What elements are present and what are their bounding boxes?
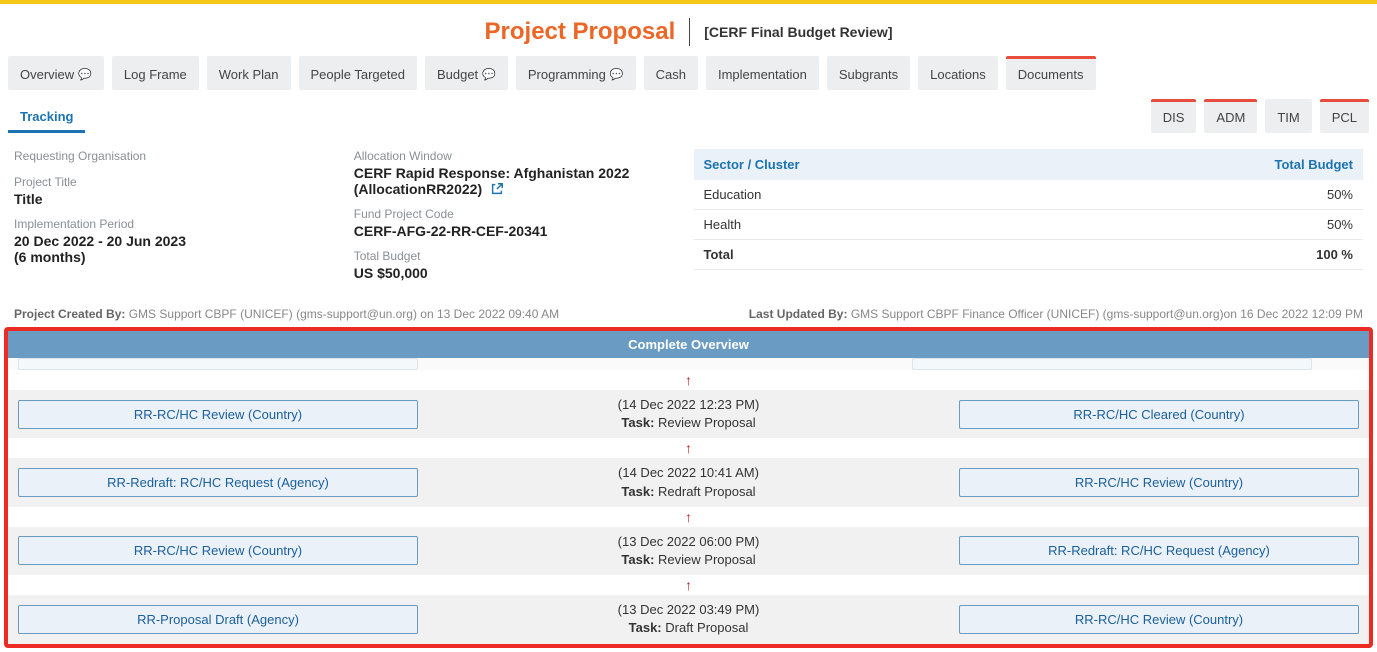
comment-icon: 💬	[78, 68, 92, 81]
tab-people-targeted[interactable]: People Targeted	[299, 56, 417, 90]
stage-from-button[interactable]: RR-RC/HC Review (Country)	[18, 536, 418, 565]
label-project-title: Project Title	[14, 175, 338, 189]
tab-label: PCL	[1332, 110, 1357, 125]
tracking-date: (13 Dec 2022 03:49 PM)	[465, 601, 912, 619]
task-value: Draft Proposal	[665, 620, 748, 635]
value-impl-period-1: 20 Dec 2022 - 20 Jun 2023	[14, 233, 338, 249]
label-alloc-window: Allocation Window	[354, 149, 678, 163]
table-row: Health50%	[694, 210, 1364, 240]
arrow-up-icon: ↑	[685, 372, 692, 388]
tab-programming[interactable]: Programming 💬	[516, 56, 636, 90]
stage-to-button[interactable]: RR-RC/HC Review (Country)	[959, 468, 1359, 497]
col-total-budget: Total Budget	[1056, 149, 1363, 180]
tab-label: Locations	[930, 67, 986, 82]
comment-icon: 💬	[610, 68, 624, 81]
tab-label: Subgrants	[839, 67, 898, 82]
tab-overview[interactable]: Overview 💬	[8, 56, 104, 90]
table-row-total: Total100 %	[694, 240, 1364, 270]
updated-by-label: Last Updated By:	[749, 307, 848, 321]
task-label: Task:	[621, 415, 658, 430]
overview-header: Complete Overview	[8, 331, 1369, 358]
tab-log-frame[interactable]: Log Frame	[112, 56, 199, 90]
task-label: Task:	[621, 552, 658, 567]
task-value: Review Proposal	[658, 415, 756, 430]
tracking-date: (13 Dec 2022 06:00 PM)	[465, 533, 912, 551]
tracking-row: RR-Proposal Draft (Agency) (13 Dec 2022 0…	[8, 595, 1369, 643]
tracking-row: RR-RC/HC Review (Country) (13 Dec 2022 06…	[8, 527, 1369, 575]
value-fund-code: CERF-AFG-22-RR-CEF-20341	[354, 223, 678, 239]
label-requesting-org: Requesting Organisation	[14, 149, 338, 163]
stage-ghost-right	[912, 358, 1312, 370]
tab-label: Work Plan	[219, 67, 279, 82]
created-by-label: Project Created By:	[14, 307, 125, 321]
label-fund-code: Fund Project Code	[354, 207, 678, 221]
header-divider	[689, 18, 690, 46]
tracking-date: (14 Dec 2022 12:23 PM)	[465, 396, 912, 414]
tab-label: Documents	[1018, 67, 1084, 82]
tab-label: Implementation	[718, 67, 807, 82]
tab-label: Programming	[528, 67, 606, 82]
sector-total-value: 100 %	[1056, 240, 1363, 270]
tracking-row: RR-Redraft: RC/HC Request (Agency) (14 De…	[8, 458, 1369, 506]
label-total-budget: Total Budget	[354, 249, 678, 263]
stage-to-button[interactable]: RR-RC/HC Cleared (Country)	[959, 400, 1359, 429]
task-label: Task:	[621, 484, 658, 499]
stage-to-button[interactable]: RR-Redraft: RC/HC Request (Agency)	[959, 536, 1359, 565]
tab-tracking[interactable]: Tracking	[8, 98, 85, 133]
arrow-up-icon: ↑	[685, 577, 692, 593]
tab-label: Log Frame	[124, 67, 187, 82]
sector-table: Sector / Cluster Total Budget Education5…	[694, 149, 1364, 270]
page-subtitle: [CERF Final Budget Review]	[704, 24, 892, 40]
created-by-value: GMS Support CBPF (UNICEF) (gms-support@u…	[129, 307, 559, 321]
tab-tim[interactable]: TIM	[1265, 99, 1311, 133]
sector-total-label: Total	[694, 240, 1056, 270]
tab-label: Overview	[20, 67, 74, 82]
tab-label: Tracking	[20, 109, 73, 124]
label-impl-period: Implementation Period	[14, 217, 338, 231]
tab-label: People Targeted	[311, 67, 405, 82]
stage-from-button[interactable]: RR-Proposal Draft (Agency)	[18, 605, 418, 634]
tab-subgrants[interactable]: Subgrants	[827, 56, 910, 90]
tracking-overview-region: Complete Overview ↑ RR-RC/HC Review (Coun…	[4, 327, 1373, 648]
tab-documents[interactable]: Documents	[1006, 56, 1096, 90]
value-total-budget: US $50,000	[354, 265, 678, 281]
tab-label: TIM	[1277, 110, 1299, 125]
value-impl-period-2: (6 months)	[14, 249, 338, 265]
stage-from-button[interactable]: RR-Redraft: RC/HC Request (Agency)	[18, 468, 418, 497]
tracking-row: RR-RC/HC Review (Country) (14 Dec 2022 12…	[8, 390, 1369, 438]
sector-value: 50%	[1056, 180, 1363, 210]
task-label: Task:	[629, 620, 666, 635]
value-project-title: Title	[14, 191, 338, 207]
col-sector: Sector / Cluster	[694, 149, 1056, 180]
comment-icon: 💬	[482, 68, 496, 81]
tab-budget[interactable]: Budget 💬	[425, 56, 508, 90]
stage-ghost-left	[18, 358, 418, 370]
tab-pcl[interactable]: PCL	[1320, 99, 1369, 133]
tab-locations[interactable]: Locations	[918, 56, 998, 90]
sector-name: Education	[694, 180, 1056, 210]
tab-work-plan[interactable]: Work Plan	[207, 56, 291, 90]
task-value: Review Proposal	[658, 552, 756, 567]
stage-from-button[interactable]: RR-RC/HC Review (Country)	[18, 400, 418, 429]
tab-implementation[interactable]: Implementation	[706, 56, 819, 90]
tracking-date: (14 Dec 2022 10:41 AM)	[465, 464, 912, 482]
tab-label: DIS	[1163, 110, 1185, 125]
arrow-up-icon: ↑	[685, 509, 692, 525]
stage-to-button[interactable]: RR-RC/HC Review (Country)	[959, 605, 1359, 634]
tab-adm[interactable]: ADM	[1204, 99, 1257, 133]
tab-dis[interactable]: DIS	[1151, 99, 1197, 133]
tab-label: ADM	[1216, 110, 1245, 125]
arrow-up-icon: ↑	[685, 440, 692, 456]
tab-label: Budget	[437, 67, 478, 82]
page-title: Project Proposal	[485, 18, 676, 46]
sector-value: 50%	[1056, 210, 1363, 240]
table-row: Education50%	[694, 180, 1364, 210]
task-value: Redraft Proposal	[658, 484, 756, 499]
tab-cash[interactable]: Cash	[644, 56, 698, 90]
sector-name: Health	[694, 210, 1056, 240]
tabs-bar: Overview 💬 Log Frame Work Plan People Target…	[0, 56, 1377, 139]
updated-by-value: GMS Support CBPF Finance Officer (UNICEF…	[851, 307, 1363, 321]
tab-label: Cash	[656, 67, 686, 82]
external-link-icon[interactable]	[486, 181, 504, 197]
